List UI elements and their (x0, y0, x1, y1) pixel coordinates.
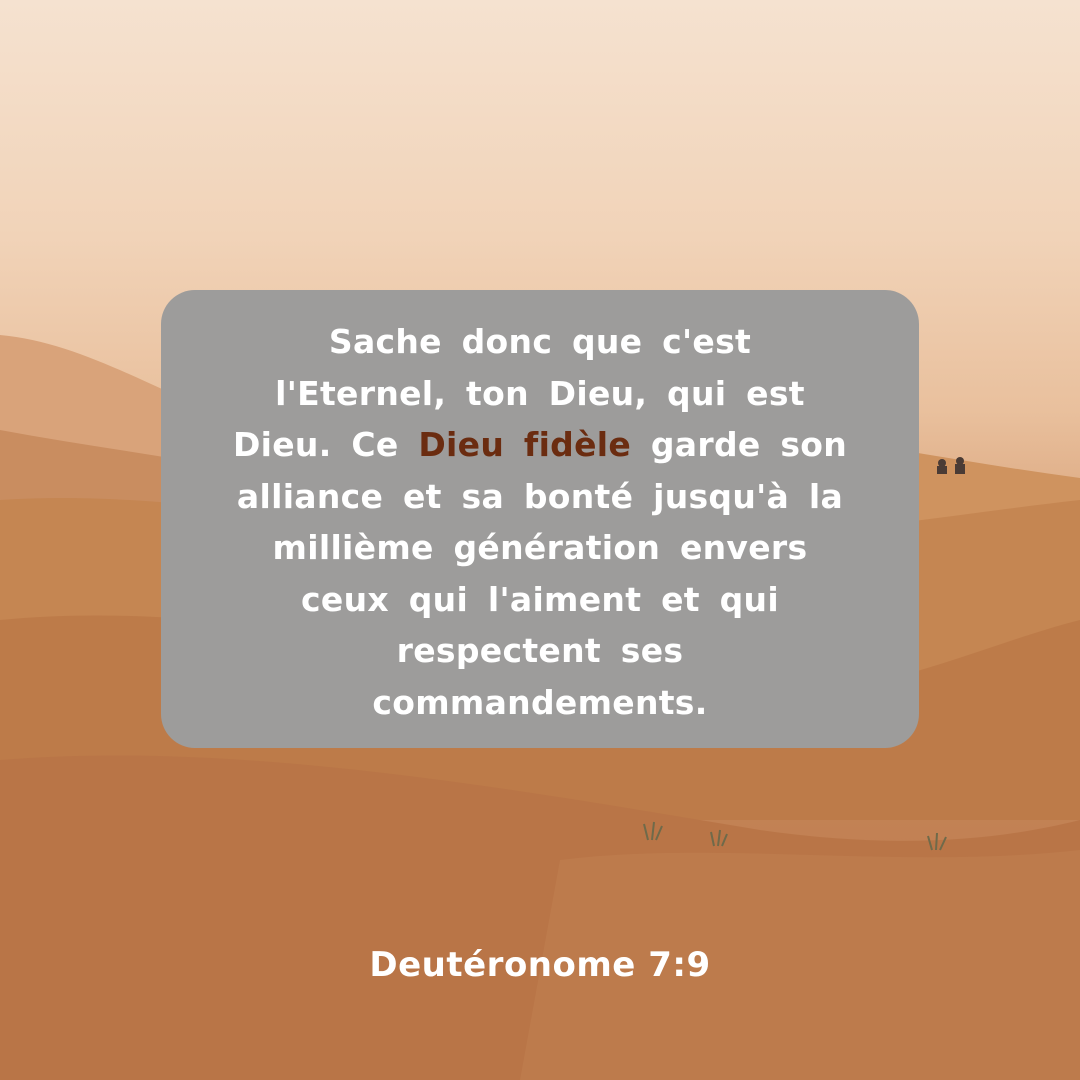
verse-text: Sache donc que c'est l'Eternel, ton Dieu… (213, 316, 867, 728)
verse-card: Sache donc que c'est l'Eternel, ton Dieu… (161, 290, 919, 748)
verse-line-6: ceux qui l'aiment et qui (301, 579, 779, 619)
verse-line-4: alliance et sa bonté jusqu'à la (236, 476, 844, 516)
verse-line-3-prefix: Dieu. Ce (232, 425, 399, 464)
verse-line-8: commandements. (372, 682, 708, 722)
verse-image: Sache donc que c'est l'Eternel, ton Dieu… (0, 0, 1080, 1080)
highlighted-phrase: Dieu fidèle (418, 425, 632, 464)
verse-line-2: l'Eternel, ton Dieu, qui est (275, 373, 805, 413)
verse-line-5: millième génération envers (272, 528, 808, 567)
verse-line-7: respectent ses (396, 631, 684, 670)
verse-reference: Deutéronome 7:9 (369, 945, 711, 985)
verse-line-1: Sache donc que c'est (328, 322, 752, 361)
verse-line-3-suffix: garde son (650, 425, 848, 464)
